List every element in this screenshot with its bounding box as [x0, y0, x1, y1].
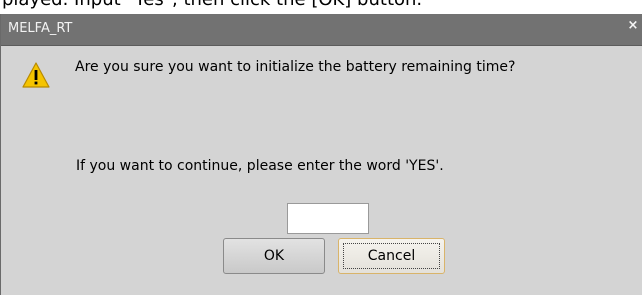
ok-button[interactable]: OK	[223, 238, 325, 274]
dialog-window: MELFA_RT × Are you sure you want to init…	[0, 14, 642, 295]
title-bar[interactable]: MELFA_RT ×	[1, 14, 642, 46]
confirmation-input[interactable]	[287, 203, 369, 234]
caption-text: played. Input "Yes", then click the [OK]…	[2, 0, 422, 10]
instruction-text: If you want to continue, please enter th…	[76, 158, 444, 174]
confirmation-question: Are you sure you want to initialize the …	[75, 59, 516, 75]
cancel-button-label: Cancel	[367, 248, 416, 264]
dialog-title: MELFA_RT	[8, 21, 73, 36]
page: played. Input "Yes", then click the [OK]…	[0, 0, 642, 295]
warning-icon	[22, 62, 50, 88]
cancel-button[interactable]: Cancel	[338, 238, 445, 274]
ok-button-label: OK	[263, 248, 285, 264]
close-button[interactable]: ×	[625, 18, 641, 34]
